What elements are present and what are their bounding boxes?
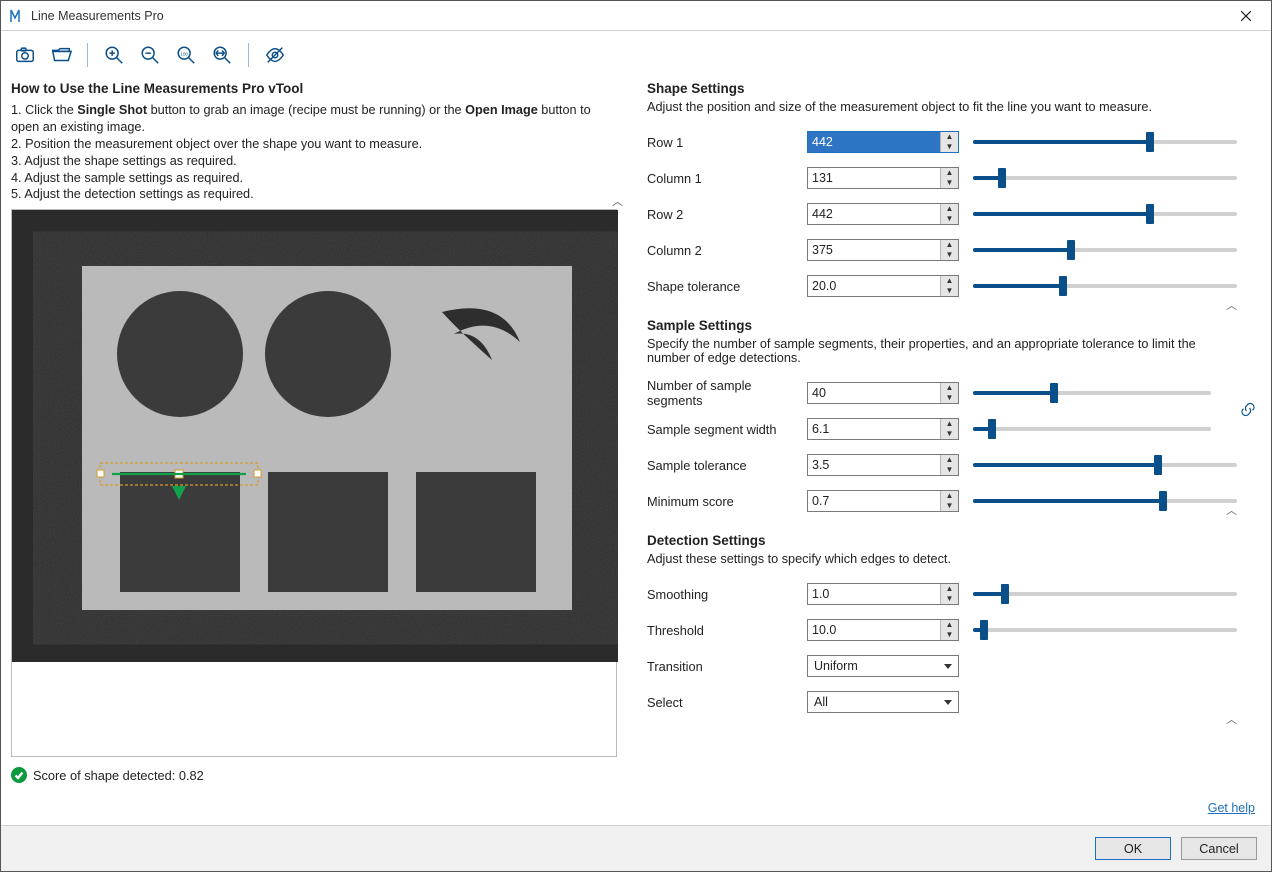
- howto-title: How to Use the Line Measurements Pro vTo…: [11, 81, 617, 96]
- slider-min-score[interactable]: [973, 490, 1237, 512]
- toggle-visibility-button[interactable]: [261, 41, 289, 69]
- label-transition: Transition: [647, 659, 807, 674]
- open-image-button[interactable]: [47, 41, 75, 69]
- collapse-detection-icon[interactable]: ︿: [1226, 715, 1237, 726]
- input-num-segments[interactable]: ▲▼: [807, 382, 959, 404]
- slider-smoothing[interactable]: [973, 583, 1237, 605]
- input-row1[interactable]: ▲▼: [807, 131, 959, 153]
- toolbar-separator: [87, 43, 88, 67]
- sample-settings-title: Sample Settings: [647, 318, 1237, 333]
- spin-up-icon[interactable]: ▲: [941, 132, 958, 142]
- collapse-howto-icon[interactable]: ︿: [612, 193, 623, 209]
- label-sample-tol: Sample tolerance: [647, 458, 807, 473]
- label-num-segments: Number of sample segments: [647, 378, 807, 408]
- slider-num-segments[interactable]: [973, 382, 1211, 404]
- sample-settings-desc: Specify the number of sample segments, t…: [647, 337, 1237, 365]
- link-icon[interactable]: [1239, 401, 1257, 422]
- input-threshold[interactable]: ▲▼: [807, 619, 959, 641]
- zoom-100-button[interactable]: 100: [172, 41, 200, 69]
- window-title: Line Measurements Pro: [31, 9, 164, 23]
- input-row2[interactable]: ▲▼: [807, 203, 959, 225]
- toolbar: 100: [1, 31, 1271, 75]
- slider-seg-width[interactable]: [973, 418, 1211, 440]
- label-select: Select: [647, 695, 807, 710]
- zoom-in-button[interactable]: [100, 41, 128, 69]
- single-shot-button[interactable]: [11, 41, 39, 69]
- get-help-link[interactable]: Get help: [1208, 801, 1255, 815]
- zoom-fit-button[interactable]: [208, 41, 236, 69]
- dialog-window: Line Measurements Pro 100: [0, 0, 1272, 872]
- combo-transition[interactable]: Uniform: [807, 655, 959, 677]
- label-smoothing: Smoothing: [647, 587, 807, 602]
- status-text: Score of shape detected: 0.82: [33, 768, 204, 783]
- preview-canvas[interactable]: [12, 210, 618, 662]
- slider-threshold[interactable]: [973, 619, 1237, 641]
- input-col1[interactable]: ▲▼: [807, 167, 959, 189]
- input-seg-width[interactable]: ▲▼: [807, 418, 959, 440]
- label-row1: Row 1: [647, 135, 807, 150]
- input-smoothing[interactable]: ▲▼: [807, 583, 959, 605]
- howto-text: 1. Click the Single Shot button to grab …: [11, 102, 617, 203]
- close-button[interactable]: [1229, 2, 1263, 30]
- combo-select[interactable]: All: [807, 691, 959, 713]
- label-row2: Row 2: [647, 207, 807, 222]
- slider-col1[interactable]: [973, 167, 1237, 189]
- detection-settings-title: Detection Settings: [647, 533, 1237, 548]
- label-min-score: Minimum score: [647, 494, 807, 509]
- collapse-shape-icon[interactable]: ︿: [1226, 301, 1237, 312]
- slider-col2[interactable]: [973, 239, 1237, 261]
- status-ok-icon: [11, 767, 27, 783]
- input-shape-tol[interactable]: ▲▼: [807, 275, 959, 297]
- input-min-score[interactable]: ▲▼: [807, 490, 959, 512]
- label-shape-tol: Shape tolerance: [647, 279, 807, 294]
- svg-text:100: 100: [180, 51, 188, 56]
- slider-shape-tol[interactable]: [973, 275, 1237, 297]
- image-preview[interactable]: [11, 209, 617, 757]
- slider-row1[interactable]: [973, 131, 1237, 153]
- dialog-footer: OK Cancel: [1, 825, 1271, 871]
- shape-settings-desc: Adjust the position and size of the meas…: [647, 100, 1237, 114]
- toolbar-separator: [248, 43, 249, 67]
- zoom-out-button[interactable]: [136, 41, 164, 69]
- slider-row2[interactable]: [973, 203, 1237, 225]
- slider-sample-tol[interactable]: [973, 454, 1237, 476]
- status-bar: Score of shape detected: 0.82: [11, 767, 617, 783]
- detection-settings-desc: Adjust these settings to specify which e…: [647, 552, 1237, 566]
- titlebar: Line Measurements Pro: [1, 1, 1271, 31]
- label-threshold: Threshold: [647, 623, 807, 638]
- app-icon: [9, 8, 25, 24]
- ok-button[interactable]: OK: [1095, 837, 1171, 860]
- spin-down-icon[interactable]: ▼: [941, 142, 958, 152]
- label-col2: Column 2: [647, 243, 807, 258]
- label-seg-width: Sample segment width: [647, 422, 807, 437]
- shape-settings-title: Shape Settings: [647, 81, 1237, 96]
- label-col1: Column 1: [647, 171, 807, 186]
- input-col2[interactable]: ▲▼: [807, 239, 959, 261]
- cancel-button[interactable]: Cancel: [1181, 837, 1257, 860]
- collapse-sample-icon[interactable]: ︿: [1226, 506, 1237, 517]
- input-sample-tol[interactable]: ▲▼: [807, 454, 959, 476]
